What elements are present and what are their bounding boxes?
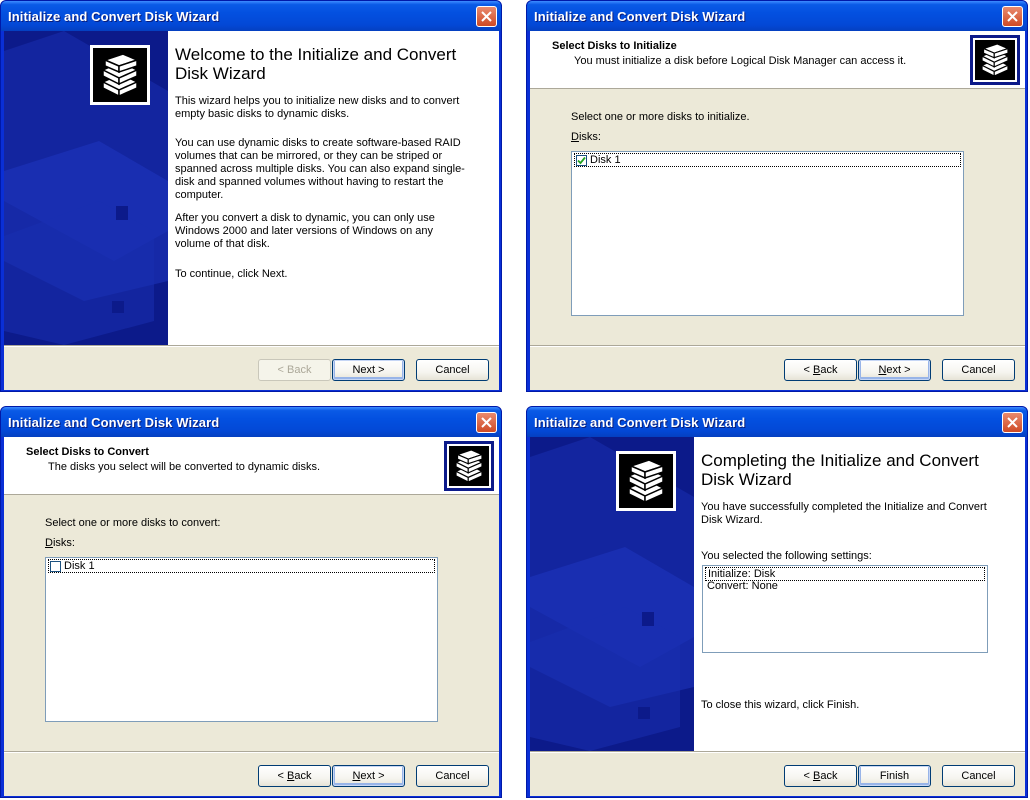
title-bar[interactable]: Initialize and Convert Disk Wizard bbox=[527, 407, 1027, 437]
success-text: You have successfully completed the Init… bbox=[701, 501, 987, 526]
instruction-text: Select one or more disks to convert: bbox=[45, 517, 221, 529]
next-button[interactable]: Next > bbox=[332, 359, 405, 381]
finish-button[interactable]: Finish bbox=[858, 765, 931, 787]
title-bar[interactable]: Initialize and Convert Disk Wizard bbox=[1, 407, 501, 437]
close-button[interactable] bbox=[1002, 412, 1023, 433]
list-item: Initialize: Disk bbox=[705, 567, 985, 581]
cancel-button[interactable]: Cancel bbox=[942, 765, 1015, 787]
window-title: Initialize and Convert Disk Wizard bbox=[8, 415, 220, 430]
back-button[interactable]: < Back bbox=[258, 359, 331, 381]
wizard-body: Select Disks to Initialize You must init… bbox=[530, 31, 1025, 390]
disks-label: Disks: bbox=[45, 537, 75, 549]
list-item[interactable]: Disk 1 bbox=[48, 559, 435, 573]
disk-name: Disk 1 bbox=[590, 154, 621, 166]
button-separator bbox=[4, 751, 499, 753]
setting-convert: Convert: None bbox=[707, 580, 778, 592]
disk-stack-icon bbox=[454, 449, 484, 483]
wizard-window-welcome: Initialize and Convert Disk Wizard Welco… bbox=[0, 0, 502, 392]
disks-listbox[interactable]: Disk 1 bbox=[45, 557, 438, 722]
cancel-button[interactable]: Cancel bbox=[416, 765, 489, 787]
welcome-paragraph-3: After you convert a disk to dynamic, you… bbox=[175, 212, 435, 250]
title-bar[interactable]: Initialize and Convert Disk Wizard bbox=[1, 1, 501, 31]
wizard-window-convert: Initialize and Convert Disk Wizard Selec… bbox=[0, 406, 502, 798]
wizard-window-initialize: Initialize and Convert Disk Wizard Selec… bbox=[526, 0, 1028, 392]
side-banner bbox=[4, 31, 168, 345]
button-separator bbox=[530, 751, 1025, 753]
page-title: Select Disks to Initialize bbox=[552, 40, 677, 52]
back-button[interactable]: < Back bbox=[784, 765, 857, 787]
window-title: Initialize and Convert Disk Wizard bbox=[8, 9, 220, 24]
wizard-body: Select Disks to Convert The disks you se… bbox=[4, 437, 499, 796]
wizard-body: Completing the Initialize and Convert Di… bbox=[530, 437, 1025, 796]
complete-content: Completing the Initialize and Convert Di… bbox=[694, 437, 1025, 751]
disk-stack-icon bbox=[101, 53, 140, 98]
close-button[interactable] bbox=[1002, 6, 1023, 27]
disk-checkbox[interactable] bbox=[576, 155, 587, 166]
page-header: Select Disks to Initialize You must init… bbox=[530, 31, 1025, 89]
page-subtitle: The disks you select will be converted t… bbox=[48, 461, 321, 473]
close-icon bbox=[1007, 417, 1018, 428]
button-separator bbox=[4, 345, 499, 347]
page-subtitle: You must initialize a disk before Logica… bbox=[574, 55, 907, 67]
wizard-body: Welcome to the Initialize and Convert Di… bbox=[4, 31, 499, 390]
welcome-paragraph-2: You can use dynamic disks to create soft… bbox=[175, 137, 465, 201]
close-icon bbox=[481, 417, 492, 428]
settings-summary[interactable]: Initialize: Disk Convert: None bbox=[702, 565, 988, 653]
next-button[interactable]: Next > bbox=[858, 359, 931, 381]
close-button[interactable] bbox=[476, 6, 497, 27]
back-button[interactable]: < Back bbox=[258, 765, 331, 787]
disk-checkbox[interactable] bbox=[50, 561, 61, 572]
welcome-paragraph-1: This wizard helps you to initialize new … bbox=[175, 95, 460, 120]
complete-title: Completing the Initialize and Convert Di… bbox=[701, 451, 979, 489]
header-logo bbox=[970, 35, 1020, 85]
wizard-window-complete: Initialize and Convert Disk Wizard Compl… bbox=[526, 406, 1028, 798]
check-icon bbox=[577, 156, 586, 165]
back-button[interactable]: < Back bbox=[784, 359, 857, 381]
cancel-button[interactable]: Cancel bbox=[416, 359, 489, 381]
next-button[interactable]: Next > bbox=[332, 765, 405, 787]
side-banner bbox=[530, 437, 694, 751]
disks-label: Disks: bbox=[571, 131, 601, 143]
header-logo bbox=[444, 441, 494, 491]
close-button[interactable] bbox=[476, 412, 497, 433]
disk-stack-icon bbox=[627, 459, 666, 504]
welcome-title: Welcome to the Initialize and Convert Di… bbox=[175, 45, 457, 83]
disk-stack-logo bbox=[90, 45, 150, 105]
settings-label: You selected the following settings: bbox=[701, 550, 872, 562]
welcome-content: Welcome to the Initialize and Convert Di… bbox=[168, 31, 499, 345]
button-separator bbox=[530, 345, 1025, 347]
window-title: Initialize and Convert Disk Wizard bbox=[534, 415, 746, 430]
list-item[interactable]: Disk 1 bbox=[574, 153, 961, 167]
title-bar[interactable]: Initialize and Convert Disk Wizard bbox=[527, 1, 1027, 31]
disks-listbox[interactable]: Disk 1 bbox=[571, 151, 964, 316]
window-title: Initialize and Convert Disk Wizard bbox=[534, 9, 746, 24]
welcome-paragraph-4: To continue, click Next. bbox=[175, 268, 288, 280]
close-icon bbox=[481, 11, 492, 22]
disk-stack-icon bbox=[980, 43, 1010, 77]
page-title: Select Disks to Convert bbox=[26, 446, 149, 458]
disk-name: Disk 1 bbox=[64, 560, 95, 572]
disk-stack-logo bbox=[616, 451, 676, 511]
list-item: Convert: None bbox=[705, 580, 985, 594]
page-header: Select Disks to Convert The disks you se… bbox=[4, 437, 499, 495]
instruction-text: Select one or more disks to initialize. bbox=[571, 111, 750, 123]
close-icon bbox=[1007, 11, 1018, 22]
close-hint: To close this wizard, click Finish. bbox=[701, 699, 860, 711]
cancel-button[interactable]: Cancel bbox=[942, 359, 1015, 381]
